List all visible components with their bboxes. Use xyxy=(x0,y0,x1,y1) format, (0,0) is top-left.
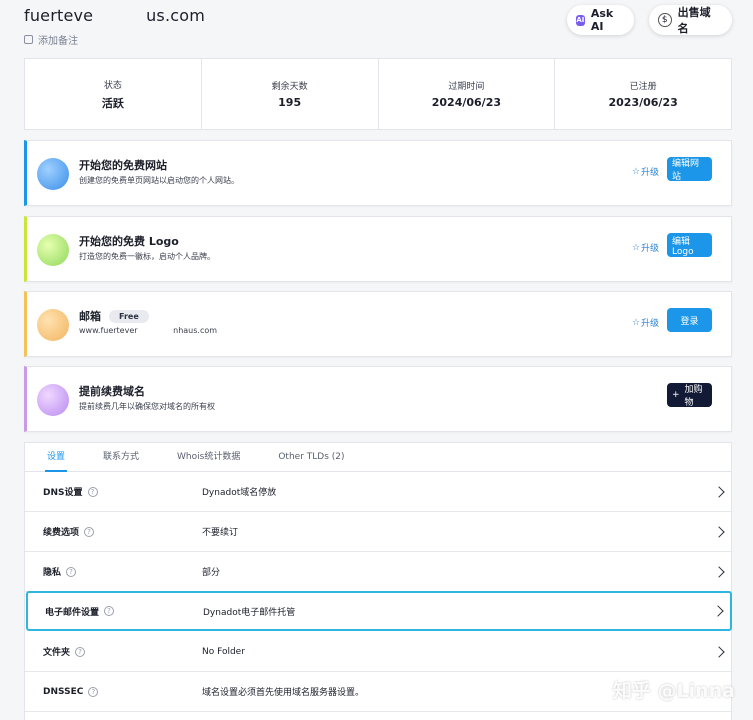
stat-value: 2024/06/23 xyxy=(431,96,501,109)
card-description: 提前续费几年以确保您对域名的所有权 xyxy=(79,402,215,411)
row-label: 电子邮件设置 ? xyxy=(45,605,115,618)
stat-label: 状态 xyxy=(103,80,122,91)
renew-avatar xyxy=(37,384,69,416)
free-logo-card: 开始您的免费 Logo 打造您的免费一徽标，启动个人品牌。 ☆ 升级 编辑Log… xyxy=(24,216,732,282)
row-label: DNS设置 ? xyxy=(43,485,98,498)
tab-other-tlds[interactable]: Other TLDs (2) xyxy=(278,452,344,471)
help-icon[interactable]: ? xyxy=(84,526,95,537)
row-label-text: 续费选项 xyxy=(43,528,80,538)
row-value: No Folder xyxy=(202,646,245,657)
row-label-text: 隐私 xyxy=(43,568,62,578)
chevron-right-icon xyxy=(713,645,725,658)
upgrade-link[interactable]: ☆ 升级 xyxy=(631,316,659,330)
chevron-right-icon xyxy=(713,565,725,578)
upgrade-link[interactable]: ☆ 升级 xyxy=(631,241,659,255)
edit-logo-button[interactable]: 编辑Logo xyxy=(667,233,712,257)
add-to-cart-label: 加购物 xyxy=(684,385,703,408)
row-value: 不要续订 xyxy=(202,528,239,538)
upgrade-label: 升级 xyxy=(640,168,659,178)
email-card: 邮箱 Free www.fuertever nhaus.com ☆ 升级 登录 xyxy=(24,291,732,357)
upgrade-label: 升级 xyxy=(640,319,659,329)
star-icon: ☆ xyxy=(631,242,640,253)
ask-ai-label: Ask AI xyxy=(590,7,614,33)
help-icon[interactable]: ? xyxy=(87,486,98,497)
ask-ai-button[interactable]: AI Ask AI xyxy=(567,5,634,35)
help-icon[interactable]: ? xyxy=(66,566,77,577)
row-privacy[interactable]: 隐私 ? 部分 xyxy=(25,552,731,592)
row-value: Dynadot域名停放 xyxy=(202,488,277,498)
stat-label: 已注册 xyxy=(629,82,657,92)
card-description: 打造您的免费一徽标，启动个人品牌。 xyxy=(79,252,215,261)
stat-value: 2023/06/23 xyxy=(608,96,678,109)
email-avatar xyxy=(37,309,69,341)
row-renewal-option[interactable]: 续费选项 ? 不要续订 xyxy=(25,512,731,552)
dollar-icon: $ xyxy=(658,13,672,27)
logo-avatar xyxy=(37,234,69,266)
website-avatar xyxy=(37,158,69,190)
card-title: 开始您的免费网站 xyxy=(79,159,167,172)
row-label: DNSSEC ? xyxy=(43,686,99,697)
stat-value: 195 xyxy=(278,96,302,109)
row-value: 域名设置必须首先使用域名服务器设置。 xyxy=(202,688,365,698)
login-button[interactable]: 登录 xyxy=(667,308,712,332)
row-label: 隐私 ? xyxy=(43,565,77,578)
card-title: 开始您的免费 Logo xyxy=(79,235,179,248)
page-header: fuerteve us.com 添加备注 AI Ask AI $ 出售域名 xyxy=(0,0,753,56)
stat-status: 状态 活跃 xyxy=(25,59,202,129)
settings-tabs: 设置 联系方式 Whois统计数据 Other TLDs (2) xyxy=(25,443,731,472)
sell-domain-button[interactable]: $ 出售域名 xyxy=(649,5,732,35)
row-label-text: DNSSEC xyxy=(43,686,84,697)
row-label: 续费选项 ? xyxy=(43,525,95,538)
card-title: 邮箱 Free xyxy=(79,308,149,324)
ai-icon: AI xyxy=(576,14,585,26)
chevron-right-icon xyxy=(713,485,725,498)
stat-label: 剩余天数 xyxy=(271,82,308,92)
row-email-settings[interactable]: 电子邮件设置 ? Dynadot电子邮件托管 xyxy=(26,591,732,631)
row-label: 文件夹 ? xyxy=(43,645,86,658)
add-note-label: 添加备注 xyxy=(38,36,78,47)
tab-settings[interactable]: 设置 xyxy=(44,449,68,472)
upgrade-label: 升级 xyxy=(640,244,659,254)
stat-expiry-date: 过期时间 2024/06/23 xyxy=(379,59,556,129)
note-icon xyxy=(24,35,33,44)
stats-panel: 状态 活跃 剩余天数 195 过期时间 2024/06/23 已注册 2023/… xyxy=(24,58,732,130)
help-icon[interactable]: ? xyxy=(75,646,86,657)
edit-website-button[interactable]: 编辑网站 xyxy=(667,157,712,182)
plus-icon: + xyxy=(672,390,680,400)
row-label-text: DNS设置 xyxy=(43,488,83,498)
tab-contacts[interactable]: 联系方式 xyxy=(103,449,139,471)
upgrade-link[interactable]: ☆ 升级 xyxy=(631,165,659,179)
card-title: 提前续费域名 xyxy=(79,385,145,398)
free-badge: Free xyxy=(109,309,149,323)
row-label-text: 文件夹 xyxy=(43,648,71,658)
stat-days-remaining: 剩余天数 195 xyxy=(202,59,379,129)
tab-whois-stats[interactable]: Whois统计数据 xyxy=(177,449,240,471)
row-label-text: 电子邮件设置 xyxy=(45,607,100,618)
stat-registered-date: 已注册 2023/06/23 xyxy=(555,59,731,129)
stat-value: 活跃 xyxy=(101,96,124,110)
row-dns-settings[interactable]: DNS设置 ? Dynadot域名停放 xyxy=(25,472,731,512)
card-description: 创建您的免费单页网站以启动您的个人网站。 xyxy=(79,176,239,185)
row-value: 部分 xyxy=(202,568,221,578)
help-icon[interactable]: ? xyxy=(88,686,99,697)
stat-label: 过期时间 xyxy=(448,82,485,92)
row-value: Dynadot电子邮件托管 xyxy=(203,607,296,618)
domain-title: fuerteve us.com xyxy=(24,6,206,25)
help-icon[interactable]: ? xyxy=(104,606,115,616)
card-title-text: 邮箱 xyxy=(79,310,101,323)
star-icon: ☆ xyxy=(631,317,640,328)
renew-card: 提前续费域名 提前续费几年以确保您对域名的所有权 + 加购物 xyxy=(24,366,732,432)
add-to-cart-button[interactable]: + 加购物 xyxy=(667,383,712,408)
add-note-link[interactable]: 添加备注 xyxy=(24,32,78,47)
sell-domain-label: 出售域名 xyxy=(677,6,711,35)
watermark: 知乎 @Linna xyxy=(612,680,735,702)
free-website-card: 开始您的免费网站 创建您的免费单页网站以启动您的个人网站。 ☆ 升级 编辑网站 xyxy=(24,140,732,206)
star-icon: ☆ xyxy=(631,166,640,177)
row-folder[interactable]: 文件夹 ? No Folder xyxy=(25,632,731,672)
chevron-right-icon xyxy=(712,605,724,617)
email-address: www.fuertever nhaus.com xyxy=(79,326,218,335)
chevron-right-icon xyxy=(713,525,725,538)
